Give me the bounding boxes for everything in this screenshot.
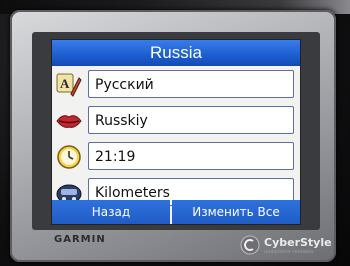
time-row[interactable]: 21:19	[52, 140, 300, 174]
device-screen: Russia A Русский Russkiy 21:19 Kilometer…	[52, 40, 300, 224]
time-field[interactable]: 21:19	[88, 142, 294, 170]
watermark-subtitle: цифровая техника	[264, 248, 314, 255]
brand-logo: GARMIN	[54, 234, 106, 245]
edit-all-button[interactable]: Изменить Все	[172, 200, 300, 224]
back-button[interactable]: Назад	[52, 200, 170, 224]
language-field[interactable]: Русский	[88, 70, 294, 98]
language-icon: A	[54, 71, 84, 99]
language-row[interactable]: A Русский	[52, 68, 300, 102]
watermark: CyberStyle цифровая техника	[240, 234, 344, 256]
watermark-title: CyberStyle	[264, 235, 332, 249]
voice-field[interactable]: Russkiy	[88, 106, 294, 134]
voice-lips-icon	[54, 107, 84, 135]
watermark-logo-icon	[240, 235, 260, 255]
screen-title: Russia	[52, 40, 300, 66]
clock-icon	[54, 143, 84, 171]
voice-row[interactable]: Russkiy	[52, 104, 300, 138]
button-bar: Назад Изменить Все	[52, 200, 300, 224]
svg-text:A: A	[60, 76, 70, 91]
